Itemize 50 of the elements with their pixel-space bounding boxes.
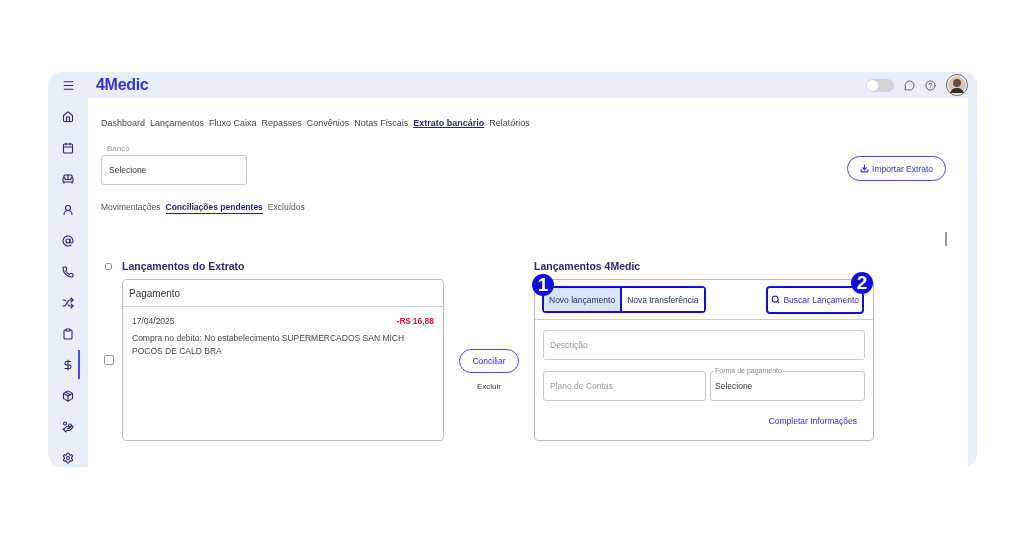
search-icon: [771, 295, 781, 304]
download-icon: [860, 164, 870, 173]
form-tab[interactable]: Nova transferência: [620, 288, 704, 311]
logo: 4Medic: [96, 76, 149, 94]
home-icon: [62, 110, 74, 123]
section-title: Lançamentos 4Medic: [534, 260, 642, 272]
sub-tab[interactable]: Movimentações: [101, 202, 161, 214]
avatar[interactable]: [946, 74, 968, 96]
user-icon: [62, 203, 74, 216]
complete-link[interactable]: Completar Informações: [768, 416, 857, 426]
sub-tab[interactable]: Excluídos: [267, 202, 305, 214]
section-title: Lançamentos do Extrato: [122, 260, 245, 272]
dollar-icon: [62, 358, 74, 371]
entry-type: Pagamento: [129, 287, 181, 299]
nav-tab[interactable]: Dashboard: [101, 118, 146, 128]
at-sign-icon: [62, 234, 74, 247]
nav-tab[interactable]: Fluxo Caixa: [209, 118, 257, 128]
settings-icon: [62, 451, 74, 464]
bank-label: Banco: [107, 144, 131, 153]
sub-tab[interactable]: Conciliações pendentes: [165, 202, 263, 214]
sofa-icon: [62, 172, 74, 185]
entry-description: Compra no debito: No estabelecimento SUPERMERCADOS SAN MICH POCOS DE CALD BRA: [132, 332, 406, 358]
account-plan-field[interactable]: Plano de Contas: [543, 371, 706, 401]
clipboard-icon: [62, 327, 74, 340]
shuffle-icon: [62, 296, 74, 309]
hand-coins-icon: [62, 420, 74, 433]
reconcile-button[interactable]: Conciliar: [459, 349, 519, 373]
help-icon[interactable]: [925, 79, 936, 91]
menu-icon[interactable]: [61, 78, 75, 92]
entry-date: 17/04/2025: [132, 316, 175, 326]
entry-checkbox[interactable]: [104, 355, 114, 365]
phone-icon: [62, 265, 74, 278]
nav-tab[interactable]: Notas Fiscais: [354, 118, 409, 128]
description-field[interactable]: Descrição: [543, 330, 865, 360]
bank-select[interactable]: Selecione: [101, 155, 247, 185]
nav-tab[interactable]: Relatórios: [489, 118, 530, 128]
theme-toggle[interactable]: [866, 78, 894, 92]
delete-link[interactable]: Excluir: [477, 382, 501, 391]
nav-tab[interactable]: Repasses: [261, 118, 302, 128]
nav-tab[interactable]: Lançamentos: [150, 118, 205, 128]
box-icon: [62, 389, 74, 402]
nav-tab[interactable]: Convênios: [306, 118, 350, 128]
callout-badge: 1: [532, 274, 554, 296]
chat-icon[interactable]: [904, 79, 915, 91]
import-button[interactable]: Importar Extrato: [847, 156, 946, 181]
callout-badge: 2: [851, 271, 873, 294]
select-all-checkbox[interactable]: [105, 262, 112, 270]
calendar-icon: [62, 141, 74, 154]
entry-amount: -R$ 16,88: [396, 316, 434, 326]
nav-tab[interactable]: Extrato bancário: [413, 118, 485, 128]
